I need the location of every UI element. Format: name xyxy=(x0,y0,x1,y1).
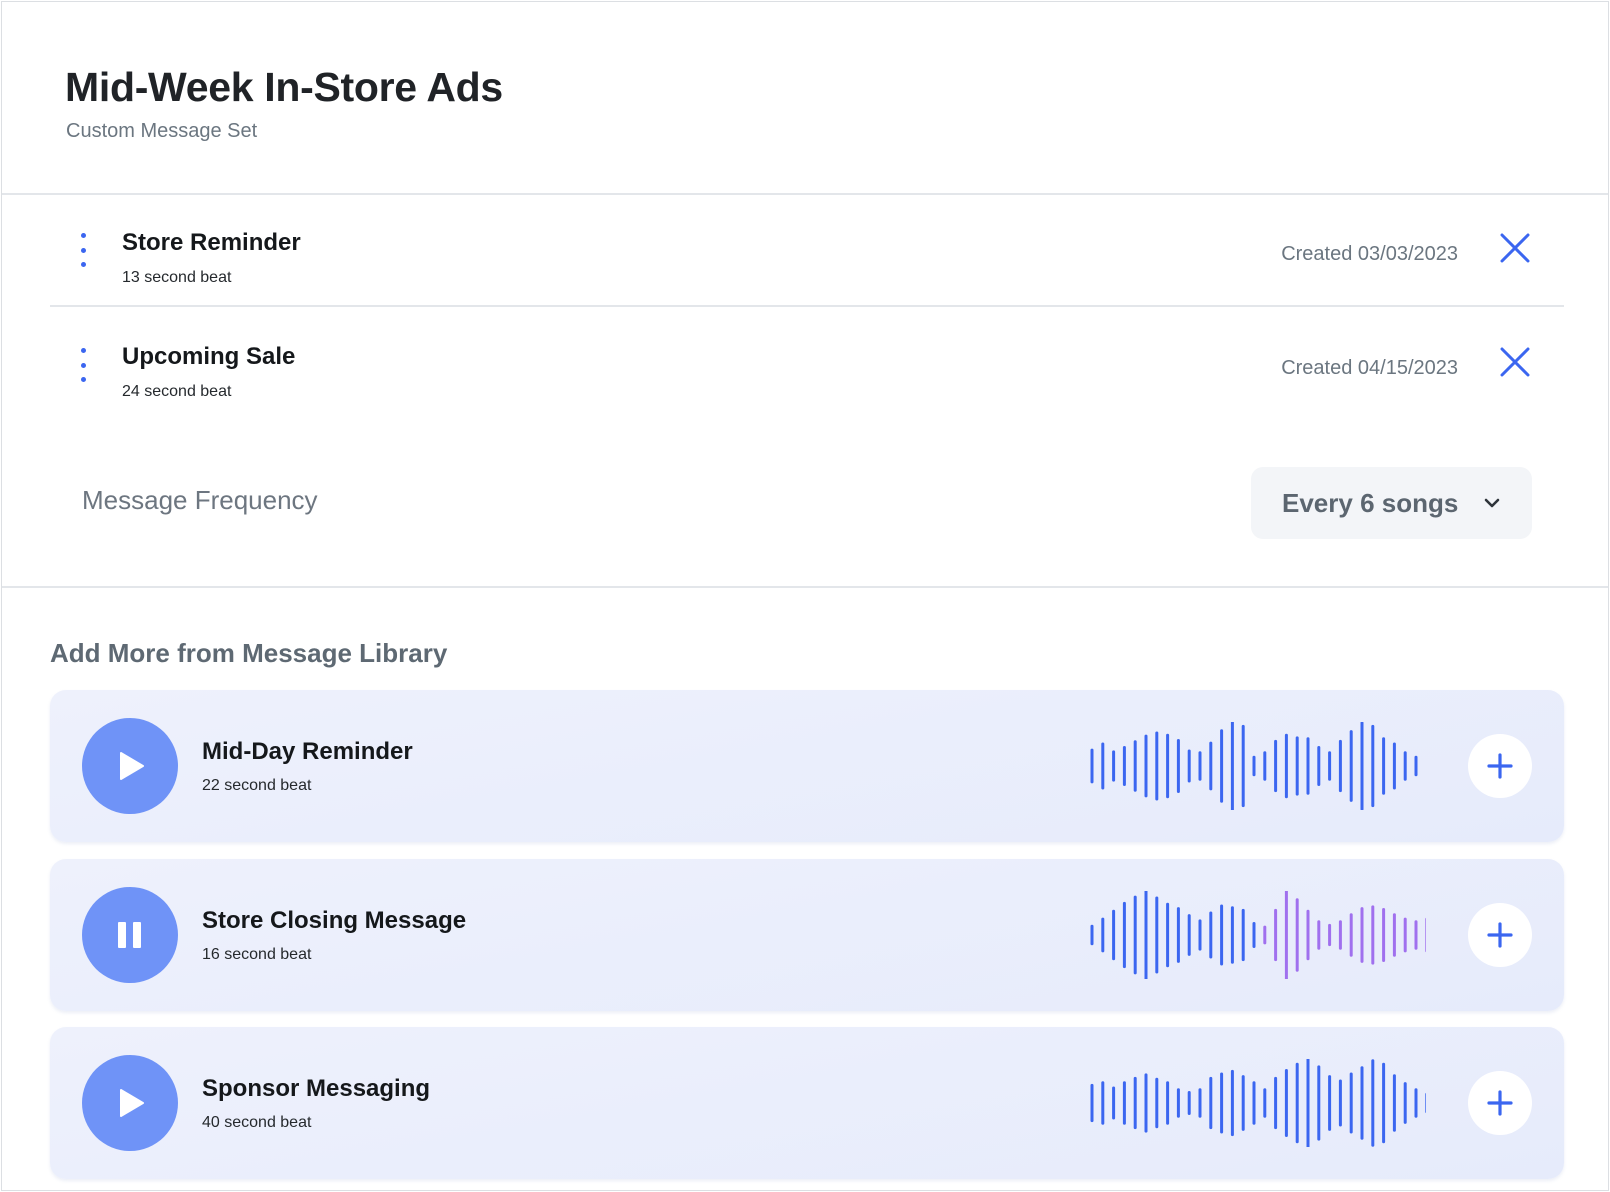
library-item-name: Mid-Day Reminder xyxy=(202,738,413,765)
play-button[interactable] xyxy=(82,718,178,814)
library-item-name: Store Closing Message xyxy=(202,907,467,934)
plus-icon xyxy=(1487,753,1513,779)
waveform[interactable] xyxy=(1090,891,1426,979)
page-subtitle: Custom Message Set xyxy=(66,120,258,142)
play-icon xyxy=(120,752,144,780)
kebab-menu-icon[interactable] xyxy=(78,233,88,267)
frequency-selected-value: Every 6 songs xyxy=(1282,488,1459,518)
library-item-duration: 16 second beat xyxy=(202,946,312,963)
close-icon[interactable] xyxy=(1498,345,1532,379)
plus-icon xyxy=(1487,1090,1513,1116)
play-icon xyxy=(120,1089,144,1117)
library-item-duration: 22 second beat xyxy=(202,777,312,794)
library-item: Mid-Day Reminder 22 second beat xyxy=(50,690,1564,842)
set-item-name: Store Reminder xyxy=(122,229,301,256)
kebab-menu-icon[interactable] xyxy=(78,348,88,382)
add-to-set-button[interactable] xyxy=(1468,1071,1532,1135)
set-item: Upcoming Sale 24 second beat Created 04/… xyxy=(50,309,1564,421)
message-set-panel: Mid-Week In-Store Ads Custom Message Set… xyxy=(1,1,1609,1191)
frequency-label: Message Frequency xyxy=(82,485,318,515)
library-item: Store Closing Message 16 second beat xyxy=(50,859,1564,1011)
add-to-set-button[interactable] xyxy=(1468,734,1532,798)
library-item-name: Sponsor Messaging xyxy=(202,1075,431,1102)
pause-icon xyxy=(118,922,141,948)
chevron-down-icon xyxy=(1484,498,1500,508)
panel-header: Mid-Week In-Store Ads Custom Message Set xyxy=(2,2,1608,195)
close-icon[interactable] xyxy=(1498,231,1532,265)
plus-icon xyxy=(1487,922,1513,948)
set-item-duration: 13 second beat xyxy=(122,269,232,286)
set-item: Store Reminder 13 second beat Created 03… xyxy=(50,195,1564,307)
set-item-name: Upcoming Sale xyxy=(122,343,296,370)
set-item-duration: 24 second beat xyxy=(122,383,232,400)
waveform[interactable] xyxy=(1090,1059,1426,1147)
waveform[interactable] xyxy=(1090,722,1426,810)
set-item-created-date: Created 04/15/2023 xyxy=(1281,357,1458,379)
frequency-dropdown[interactable]: Every 6 songs xyxy=(1251,467,1532,539)
play-button[interactable] xyxy=(82,1055,178,1151)
library-item: Sponsor Messaging 40 second beat xyxy=(50,1027,1564,1179)
set-item-created-date: Created 03/03/2023 xyxy=(1281,243,1458,265)
library-item-duration: 40 second beat xyxy=(202,1114,312,1131)
add-to-set-button[interactable] xyxy=(1468,903,1532,967)
message-set-list: Store Reminder 13 second beat Created 03… xyxy=(2,195,1608,588)
page-title: Mid-Week In-Store Ads xyxy=(65,64,503,110)
library-heading: Add More from Message Library xyxy=(50,638,448,668)
pause-button[interactable] xyxy=(82,887,178,983)
